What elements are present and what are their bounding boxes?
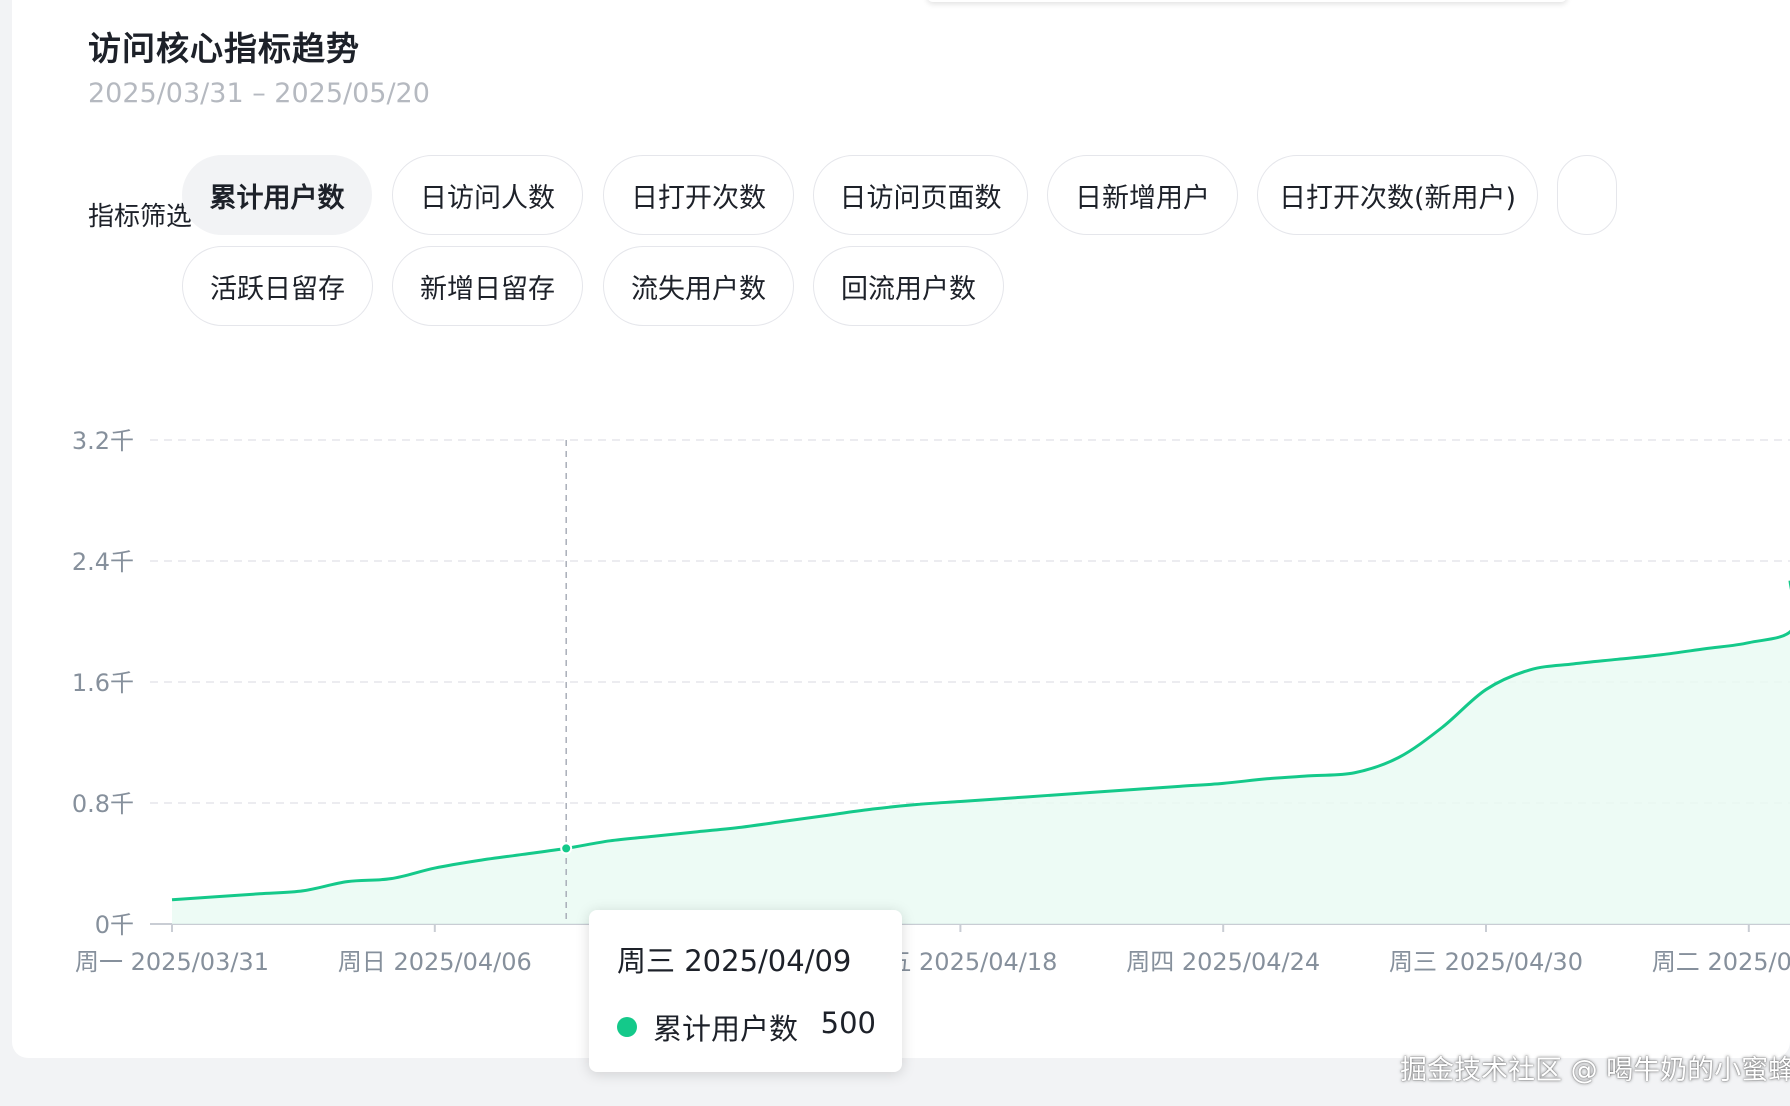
chart-tooltip: 周三 2025/04/09 累计用户数 500	[589, 910, 902, 1072]
watermark: 掘金技术社区 @ 喝牛奶的小蜜蜂	[1400, 1055, 1790, 1086]
x-tick-label: 周日 2025/04/06	[338, 948, 532, 976]
tooltip-series-dot	[617, 1017, 637, 1037]
y-tick-label: 1.6千	[72, 669, 134, 697]
y-tick-label: 0.8千	[72, 790, 134, 818]
x-tick-label: 周三 2025/04/30	[1389, 948, 1583, 976]
tooltip-value: 500	[820, 1006, 876, 1040]
y-tick-label: 3.2千	[72, 427, 134, 455]
x-tick-label: 周一 2025/03/31	[75, 948, 269, 976]
x-tick-label: 周四 2025/04/24	[1126, 948, 1320, 976]
tooltip-series-name: 累计用户数	[653, 1012, 799, 1046]
hover-point	[560, 842, 573, 855]
y-tick-label: 0千	[95, 911, 134, 939]
y-tick-label: 2.4千	[72, 548, 134, 576]
tooltip-date: 周三 2025/04/09	[617, 944, 852, 978]
x-tick-label: 周二 2025/05/06	[1652, 948, 1790, 976]
